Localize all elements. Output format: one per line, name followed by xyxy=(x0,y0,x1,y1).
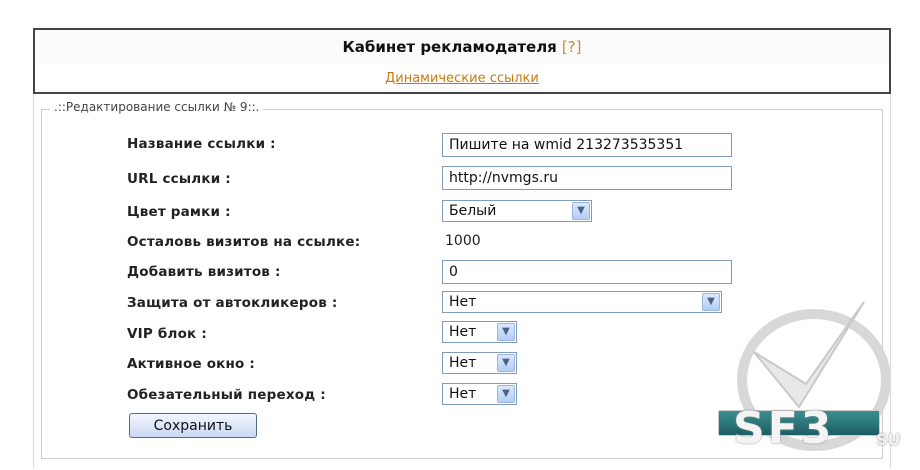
save-button[interactable]: Сохранить xyxy=(129,413,257,438)
add-visits-label: Добавить визитов : xyxy=(127,264,281,280)
chevron-down-icon[interactable]: ▼ xyxy=(497,354,515,372)
watermark-suffix: SU xyxy=(876,430,901,449)
help-link[interactable]: [?] xyxy=(562,38,582,56)
link-name-label: Название ссылки : xyxy=(127,136,276,152)
active-window-select[interactable]: Нет ▼ xyxy=(442,352,517,374)
chevron-down-icon[interactable]: ▼ xyxy=(497,323,515,341)
url-label: URL ссылки : xyxy=(127,171,231,187)
mandatory-transition-value: Нет xyxy=(449,386,477,402)
mandatory-transition-label: Обезательный переход : xyxy=(127,387,326,403)
autoclick-protection-value: Нет xyxy=(449,294,477,310)
autoclick-protection-label: Защита от автокликеров : xyxy=(127,295,338,311)
link-name-input[interactable] xyxy=(442,133,732,157)
page-title: Кабинет рекламодателя xyxy=(342,38,557,56)
dynamic-links-link[interactable]: Динамические ссылки xyxy=(385,71,539,86)
visits-left-value: 1000 xyxy=(445,233,481,249)
vip-block-label: VIP блок : xyxy=(127,326,207,342)
visits-left-label: Осталовь визитов на ссылке: xyxy=(127,234,361,250)
vip-block-select[interactable]: Нет ▼ xyxy=(442,321,517,343)
chevron-down-icon[interactable]: ▼ xyxy=(497,385,515,403)
watermark-text: SF3 xyxy=(733,403,835,454)
active-window-value: Нет xyxy=(449,355,477,371)
chevron-down-icon[interactable]: ▼ xyxy=(572,202,590,220)
page-header: Кабинет рекламодателя [?] xyxy=(33,28,891,66)
nav-bar: Динамические ссылки xyxy=(33,64,891,94)
url-input[interactable] xyxy=(442,166,732,190)
vip-block-value: Нет xyxy=(449,324,477,340)
frame-color-value: Белый xyxy=(449,203,497,219)
frame-color-label: Цвет рамки : xyxy=(127,204,231,220)
mandatory-transition-select[interactable]: Нет ▼ xyxy=(442,383,517,405)
fieldset-legend: .::Редактирование ссылки № 9::. xyxy=(50,100,264,114)
add-visits-input[interactable] xyxy=(442,260,732,284)
autoclick-protection-select[interactable]: Нет ▼ xyxy=(442,291,722,313)
frame-color-select[interactable]: Белый ▼ xyxy=(442,200,592,222)
active-window-label: Активное окно : xyxy=(127,356,256,372)
